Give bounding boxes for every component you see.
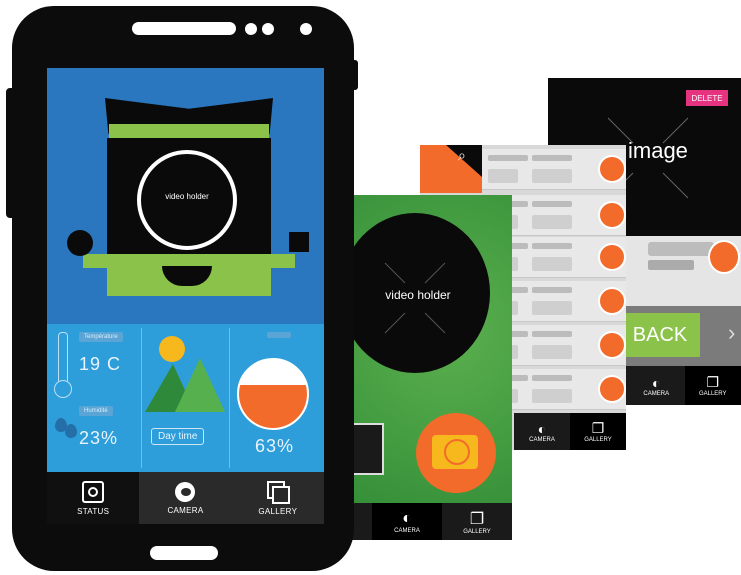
last-photo-thumb[interactable] xyxy=(352,423,384,475)
tank-tag xyxy=(267,332,291,338)
status-panel: Température 19 C Humidité 23% Day time 6… xyxy=(47,324,324,472)
robot-arm-left xyxy=(83,254,107,268)
tank-mini-icon xyxy=(598,155,626,183)
tab-camera[interactable]: ◐ CAMERA xyxy=(514,413,570,450)
home-button[interactable] xyxy=(150,546,218,560)
tank-value: 63% xyxy=(255,436,295,456)
zoom-icon[interactable]: ⌕ xyxy=(458,147,466,164)
tab-camera-label: CAMERA xyxy=(529,436,555,443)
video-holder-label: video holder xyxy=(165,192,209,201)
phone-speaker xyxy=(132,22,236,35)
power-button xyxy=(350,60,358,90)
main-tabbar: STATUS CAMERA GALLERY xyxy=(47,472,324,524)
tab-gallery[interactable]: ❐ GALLERY xyxy=(570,413,626,450)
tab-gallery[interactable]: ❐ GALLERY xyxy=(442,503,512,540)
light-sensor-dot xyxy=(300,23,312,35)
video-holder[interactable]: video holder xyxy=(137,150,237,250)
chevron-right-icon[interactable]: › xyxy=(728,320,735,346)
camera-screen: video holder ◐ CAMERA ❐ GALLERY xyxy=(352,195,512,540)
tab-gallery-label: GALLERY xyxy=(463,528,491,535)
gallery-stack-icon xyxy=(266,480,290,504)
tab-camera[interactable]: CAMERA xyxy=(139,472,231,524)
robot-arm-right xyxy=(271,254,295,268)
tab-gallery[interactable]: GALLERY xyxy=(232,472,324,524)
robot-band xyxy=(109,124,269,138)
tank-mini-icon xyxy=(598,331,626,359)
video-holder-label: video holder xyxy=(385,288,451,302)
tank-mini-icon xyxy=(598,243,626,271)
front-camera-dot xyxy=(245,23,257,35)
robot-hero: video holder xyxy=(47,68,324,324)
humidity-value: 23% xyxy=(79,428,119,448)
back-button[interactable]: BACK xyxy=(620,313,700,357)
tab-gallery-label: GALLERY xyxy=(584,437,612,443)
gallery-tabbar: ◐ CAMERA ❐ GALLERY xyxy=(514,413,626,450)
volume-button xyxy=(6,88,16,218)
tank-mini-icon xyxy=(598,287,626,315)
camera-lens-icon xyxy=(175,481,196,502)
tab-status-label: STATUS xyxy=(77,506,110,516)
robot-icon xyxy=(82,480,105,503)
temperature-value: 19 C xyxy=(79,354,122,374)
gallery-stack-icon: ❐ xyxy=(591,420,605,436)
robot-hand-right xyxy=(289,232,309,252)
tab-status[interactable]: STATUS xyxy=(47,472,140,524)
camera-lens-icon: ◐ xyxy=(537,420,547,437)
tank-gauge xyxy=(237,358,309,430)
tab-gallery[interactable]: ❐ GALLERY xyxy=(684,366,741,405)
tank-mini-icon xyxy=(598,375,626,403)
tab-camera[interactable]: ◐ CAMERA xyxy=(628,366,685,405)
zoom-corner: ⌕ xyxy=(420,145,482,193)
panel-divider xyxy=(141,328,142,468)
tab-camera-label: CAMERA xyxy=(643,390,670,397)
tab-camera-label: CAMERA xyxy=(167,505,204,515)
tank-mini-icon xyxy=(598,201,626,229)
tab-camera[interactable]: ◐ CAMERA xyxy=(372,503,442,540)
temperature-tag: Température xyxy=(79,332,123,342)
status-screen: video holder Température 19 C Humidité 2… xyxy=(47,68,324,524)
camera-lens-icon: ◐ xyxy=(652,374,661,391)
front-sensor-dot xyxy=(262,23,274,35)
camera-tabbar: ◐ CAMERA ❐ GALLERY xyxy=(352,503,512,540)
shutter-button[interactable] xyxy=(416,413,496,493)
mountains-icon xyxy=(145,358,225,412)
list-item[interactable] xyxy=(482,149,626,190)
tab-gallery-label: GALLERY xyxy=(258,506,298,516)
gallery-stack-icon: ❐ xyxy=(706,374,720,390)
camera-lens-icon: ◐ xyxy=(402,509,412,527)
humidity-tag: Humidité xyxy=(79,406,113,416)
tab-camera-label: CAMERA xyxy=(394,527,420,534)
tank-mini-icon xyxy=(708,240,740,274)
image-label: image xyxy=(628,138,688,163)
robot-hand-left xyxy=(67,230,93,256)
tab-gallery-label: GALLERY xyxy=(698,391,727,397)
thermometer-icon xyxy=(53,332,72,398)
panel-divider xyxy=(229,328,230,468)
gallery-stack-icon: ❐ xyxy=(469,510,485,528)
delete-button[interactable]: DELETE xyxy=(686,90,728,106)
humidity-drops-icon xyxy=(53,414,79,440)
day-time-label: Day time xyxy=(151,428,205,445)
